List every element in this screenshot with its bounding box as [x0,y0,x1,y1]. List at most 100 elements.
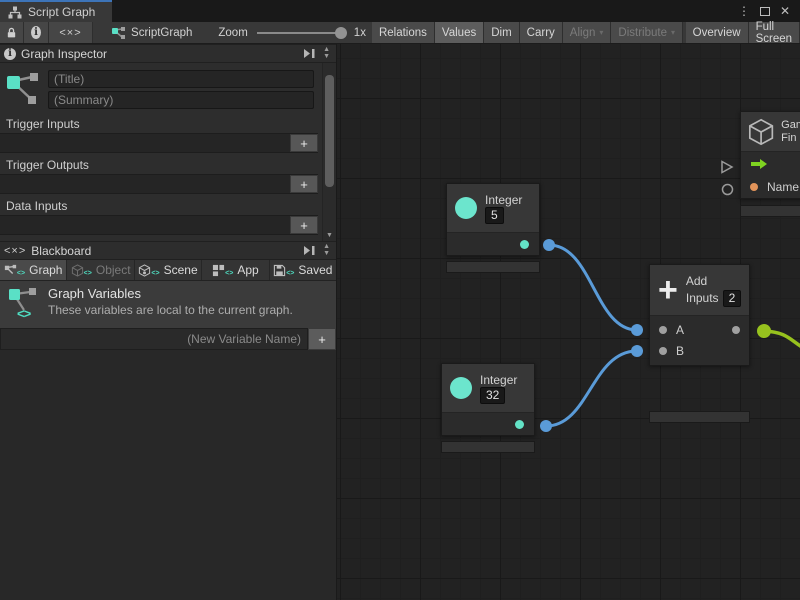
input-port-a[interactable] [659,326,667,334]
variables-glyph: <> [17,306,30,321]
node-footer [740,205,800,217]
blackboard-tabs: <> Graph <> Object <> Scene [0,260,336,281]
tab-object[interactable]: <> Object [67,260,134,280]
summary-field[interactable] [48,91,314,109]
tab-app[interactable]: <> App [202,260,269,280]
title-field[interactable] [48,70,314,88]
relations-button[interactable]: Relations [372,22,435,43]
integer-value-field[interactable]: 32 [480,387,505,404]
node-find[interactable]: Gam Fin Name [740,111,800,199]
floppy-disk-icon [273,264,286,277]
script-graph-name: ScriptGraph [131,27,192,39]
add-trigger-output-button[interactable]: + [290,175,318,193]
graph-tab-icon [4,264,17,277]
inputs-count-field[interactable]: 2 [723,290,742,307]
tab-script-graph[interactable]: Script Graph [0,0,112,22]
info-icon: i [31,26,41,39]
integer-type-icon [450,377,472,399]
scene-icon [138,264,151,277]
wire-endpoint [631,345,643,357]
tab-saved-label: Saved [298,263,332,277]
tab-object-label: Object [96,263,131,277]
control-port-outline-icon[interactable] [720,160,734,174]
variables-toggle-button[interactable]: <×> [49,22,93,43]
trigger-inputs-list: + [0,133,318,153]
node-integer-5[interactable]: Integer 5 [446,183,540,256]
scroll-arrows[interactable]: ▲▼ [321,47,332,60]
mini-variables-glyph: <> [84,270,92,277]
dock-icon[interactable] [303,48,316,59]
scrollbar-thumb[interactable] [325,75,334,187]
inspect-toggle-button[interactable]: i [24,22,49,43]
scroll-arrows[interactable]: ▲▼ [321,244,332,257]
graph-canvas[interactable]: Integer 5 Integer 32 [337,44,800,600]
full-screen-button[interactable]: Full Screen [749,22,800,43]
tab-scene[interactable]: <> Scene [135,260,202,280]
lock-button[interactable] [0,22,24,43]
add-variable-button[interactable]: + [308,328,336,350]
zoom-slider-handle[interactable] [335,27,347,39]
node-body [447,233,539,255]
output-port[interactable] [520,240,529,249]
node-integer-32[interactable]: Integer 32 [441,363,535,436]
tabbar-spacer [112,0,728,22]
zoom-control: Zoom 1x [212,22,372,43]
window-maximize-icon[interactable] [760,7,770,16]
graph-inspector-header: i Graph Inspector ▲▼ [0,44,336,63]
node-title-line2: Fin [781,132,800,145]
inputs-label: Inputs [686,291,719,305]
tab-app-label: App [237,263,258,277]
node-add[interactable]: + Add Inputs 2 A [649,264,750,366]
script-graph-node-icon [111,26,126,40]
port-b-label: B [676,344,684,358]
relations-label: Relations [379,27,427,39]
node-body: A B [650,316,749,365]
dock-icon[interactable] [303,245,316,256]
cube-icon [71,264,84,277]
output-port[interactable] [732,326,740,334]
document-tab-bar: Script Graph ⋮ ✕ [0,0,800,22]
value-port-outline-icon[interactable] [721,183,734,196]
overview-button[interactable]: Overview [686,22,749,43]
input-port-b[interactable] [659,347,667,355]
port-a-label: A [676,323,684,337]
window-menu-icon[interactable]: ⋮ [738,5,750,17]
distribute-dropdown-button[interactable]: Distribute ▾ [611,22,683,43]
info-icon: i [4,48,16,60]
node-body [442,413,534,435]
tab-saved[interactable]: <> Saved [270,260,336,280]
new-variable-row: + [0,328,336,350]
new-variable-input[interactable] [0,328,308,350]
mini-variables-glyph: <> [151,270,159,277]
window-close-icon[interactable]: ✕ [780,5,790,17]
inspector-scrollbar[interactable]: ▼ [322,63,336,241]
dim-button[interactable]: Dim [484,22,519,43]
mini-variables-glyph: <> [17,270,25,277]
game-object-cube-icon [747,117,775,147]
script-graph-window: Script Graph ⋮ ✕ i <×> [0,0,800,600]
data-inputs-label: Data Inputs [0,197,318,215]
scroll-down-arrow[interactable]: ▼ [326,232,333,239]
wire-integer32-to-b[interactable] [546,351,637,426]
chevron-down-icon: ▾ [599,28,603,37]
zoom-slider[interactable] [257,32,345,34]
window-controls: ⋮ ✕ [728,0,800,22]
current-graph-label-group: ScriptGraph [105,22,198,43]
graph-variables-info: <> Graph Variables These variables are l… [0,281,336,328]
add-trigger-input-button[interactable]: + [290,134,318,152]
output-port[interactable] [515,420,524,429]
input-port-name[interactable] [750,183,758,191]
control-input-arrow-icon[interactable] [750,158,768,170]
wire-integer5-to-a[interactable] [549,245,637,330]
add-icon: + [658,275,678,305]
align-dropdown-button[interactable]: Align ▾ [563,22,612,43]
tab-graph[interactable]: <> Graph [0,260,67,280]
node-body: Name [741,152,800,198]
data-inputs-list: + [0,215,318,235]
carry-button[interactable]: Carry [520,22,563,43]
dim-label: Dim [491,27,511,39]
add-data-input-button[interactable]: + [290,216,318,234]
values-button[interactable]: Values [435,22,484,43]
integer-value-field[interactable]: 5 [485,207,504,224]
graph-inspector-content: Trigger Inputs + Trigger Outputs + Data … [0,63,336,241]
